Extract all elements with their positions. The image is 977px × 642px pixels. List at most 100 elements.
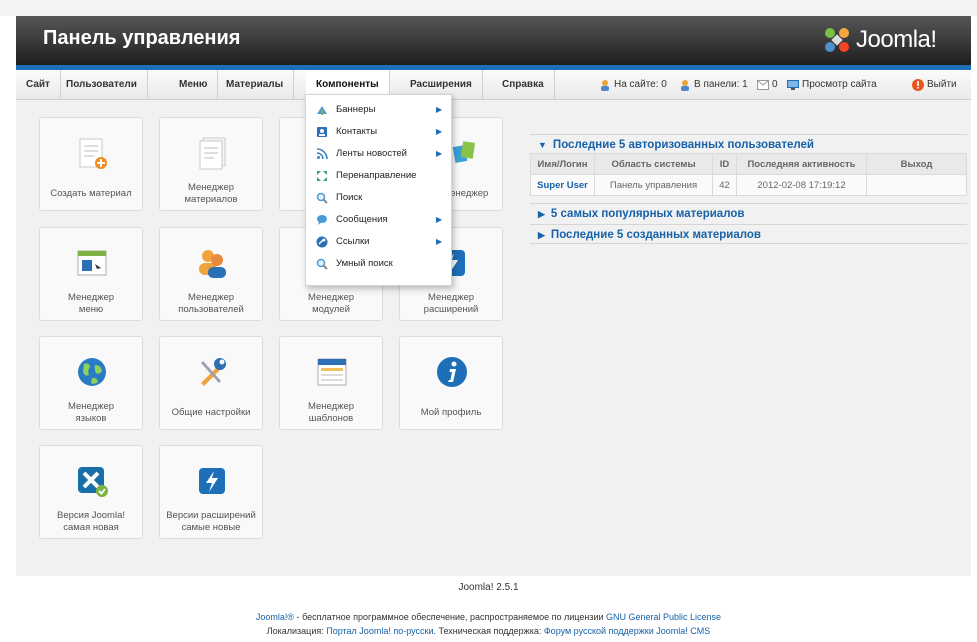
messages-count: 0 <box>772 79 778 90</box>
recent-articles-header[interactable]: ▶ Последние 5 созданных материалов <box>530 224 967 244</box>
table-row: Super User Панель управления 42 2012-02-… <box>530 174 967 196</box>
chevron-right-icon: ▶ <box>538 230 545 240</box>
menu-menus[interactable]: Меню <box>169 70 219 100</box>
submenu-arrow-icon: ▶ <box>436 237 443 246</box>
user-name-link[interactable]: Super User <box>530 174 595 196</box>
monitor-icon <box>787 80 799 90</box>
tile-language-manager[interactable]: Менеджер языков <box>39 336 143 430</box>
logout-label: Выйти <box>927 79 957 90</box>
dropdown-item-search[interactable]: Поиск <box>306 187 453 209</box>
footer-version: Joomla! 2.5.1 <box>458 582 519 593</box>
menu-manager-icon <box>77 250 107 276</box>
user-activity: 2012-02-08 17:19:12 <box>736 174 867 196</box>
link-icon <box>316 236 328 248</box>
dropdown-label: Контакты <box>336 126 378 137</box>
chevron-right-icon: ▶ <box>538 209 545 219</box>
footer-support-text: . Техническая поддержка: <box>433 626 544 636</box>
joomla-logo[interactable]: Joomla! <box>822 24 937 56</box>
globe-icon <box>78 358 106 386</box>
user-area: Панель управления <box>594 174 713 196</box>
dropdown-item-weblinks[interactable]: Ссылки ▶ <box>306 231 453 253</box>
tile-create-article[interactable]: Создать материал <box>39 117 143 211</box>
tile-label: Менеджер шаблонов <box>307 401 355 424</box>
col-name: Имя/Логин <box>530 153 595 175</box>
add-article-icon <box>79 138 107 169</box>
tile-article-manager[interactable]: Менеджер материалов <box>159 117 263 211</box>
smart-search-icon <box>316 258 328 270</box>
tile-label: Мой профиль <box>420 407 482 418</box>
redirect-icon <box>317 171 327 181</box>
footer-license: Joomla!® - бесплатное программное обеспе… <box>0 612 977 622</box>
dropdown-item-redirect[interactable]: Перенаправление <box>306 165 453 187</box>
mail-icon <box>757 80 769 90</box>
forum-link[interactable]: Форум русской поддержки Joomla! CMS <box>544 626 710 636</box>
tile-joomla-version[interactable]: Версия Joomla! самая новая <box>39 445 143 539</box>
menu-help[interactable]: Справка <box>492 70 555 100</box>
footer-localization: Локализация: Портал Joomla! по-русски. Т… <box>0 626 977 636</box>
tile-label: Версии расширений самые новые <box>166 510 256 533</box>
article-manager-icon <box>199 137 226 170</box>
joomla-check-icon <box>78 467 108 497</box>
gpl-link[interactable]: GNU General Public License <box>606 612 721 622</box>
logged-users-table: Имя/Логин Область системы ID Последняя а… <box>530 153 967 196</box>
tile-label: Версия Joomla! самая новая <box>56 510 125 533</box>
lightning-icon <box>199 468 225 494</box>
tile-label: Создать материал <box>50 188 132 199</box>
table-header-row: Имя/Логин Область системы ID Последняя а… <box>530 153 967 175</box>
dropdown-label: Ссылки <box>336 236 370 247</box>
dropdown-item-newsfeeds[interactable]: Ленты новостей ▶ <box>306 143 453 165</box>
menu-content[interactable]: Материалы <box>216 70 295 100</box>
top-band <box>0 0 977 16</box>
dropdown-item-banners[interactable]: Баннеры ▶ <box>306 99 453 121</box>
user-logout[interactable] <box>866 174 967 196</box>
users-icon <box>199 250 226 278</box>
logged-users-title: Последние 5 авторизованных пользователей <box>552 139 814 151</box>
status-messages[interactable]: 0 <box>757 70 778 100</box>
media-manager-icon <box>452 141 476 163</box>
dropdown-label: Сообщения <box>336 214 388 225</box>
logout-icon <box>912 79 924 91</box>
on-site-count: На сайте: 0 <box>614 79 667 90</box>
in-panel-count: В панели: 1 <box>694 79 748 90</box>
submenu-arrow-icon: ▶ <box>436 105 443 114</box>
submenu-arrow-icon: ▶ <box>436 127 443 136</box>
popular-articles-header[interactable]: ▶ 5 самых популярных материалов <box>530 203 967 223</box>
dropdown-item-messages[interactable]: Сообщения ▶ <box>306 209 453 231</box>
dropdown-item-smart-search[interactable]: Умный поиск <box>306 253 453 275</box>
col-area: Область системы <box>594 153 713 175</box>
components-dropdown: Баннеры ▶ Контакты ▶ Ленты новостей ▶ Пе… <box>305 94 452 286</box>
logged-users-header[interactable]: ▼ Последние 5 авторизованных пользователе… <box>530 134 967 154</box>
user-icon <box>601 80 609 91</box>
tile-user-manager[interactable]: Менеджер пользователей <box>159 227 263 321</box>
status-in-panel: В панели: 1 <box>679 70 748 100</box>
tile-my-profile[interactable]: Мой профиль <box>399 336 503 430</box>
tile-label: Менеджер материалов <box>184 182 238 205</box>
page-title: Панель управления <box>43 27 241 49</box>
tile-label: Менеджер меню <box>67 292 115 315</box>
joomla-link[interactable]: Joomla!® <box>256 612 294 622</box>
template-icon <box>317 358 347 386</box>
portal-link[interactable]: Портал Joomla! по-русски <box>326 626 433 636</box>
logo-text: Joomla! <box>856 26 937 53</box>
menu-site[interactable]: Сайт <box>16 70 61 100</box>
tile-label: Менеджер пользователей <box>178 292 244 315</box>
tile-global-config[interactable]: Общие настройки <box>159 336 263 430</box>
tile-template-manager[interactable]: Менеджер шаблонов <box>279 336 383 430</box>
logout-link[interactable]: Выйти <box>912 70 957 100</box>
dropdown-item-contacts[interactable]: Контакты ▶ <box>306 121 453 143</box>
tile-label: Менеджер расширений <box>423 292 479 315</box>
header: Панель управления Joomla! <box>16 16 971 65</box>
tile-extensions-version[interactable]: Версии расширений самые новые <box>159 445 263 539</box>
tile-label: Общие настройки <box>171 407 251 418</box>
contacts-icon <box>317 127 327 137</box>
col-logout: Выход <box>866 153 967 175</box>
messages-icon <box>317 215 327 225</box>
info-icon <box>437 357 467 387</box>
view-site-link[interactable]: Просмотр сайта <box>787 70 877 100</box>
submenu-arrow-icon: ▶ <box>436 149 443 158</box>
tile-menu-manager[interactable]: Менеджер меню <box>39 227 143 321</box>
col-activity: Последняя активность <box>736 153 867 175</box>
dropdown-label: Баннеры <box>336 104 376 115</box>
footer-localization-text: Локализация: <box>266 626 327 636</box>
menu-users[interactable]: Пользователи <box>56 70 148 100</box>
